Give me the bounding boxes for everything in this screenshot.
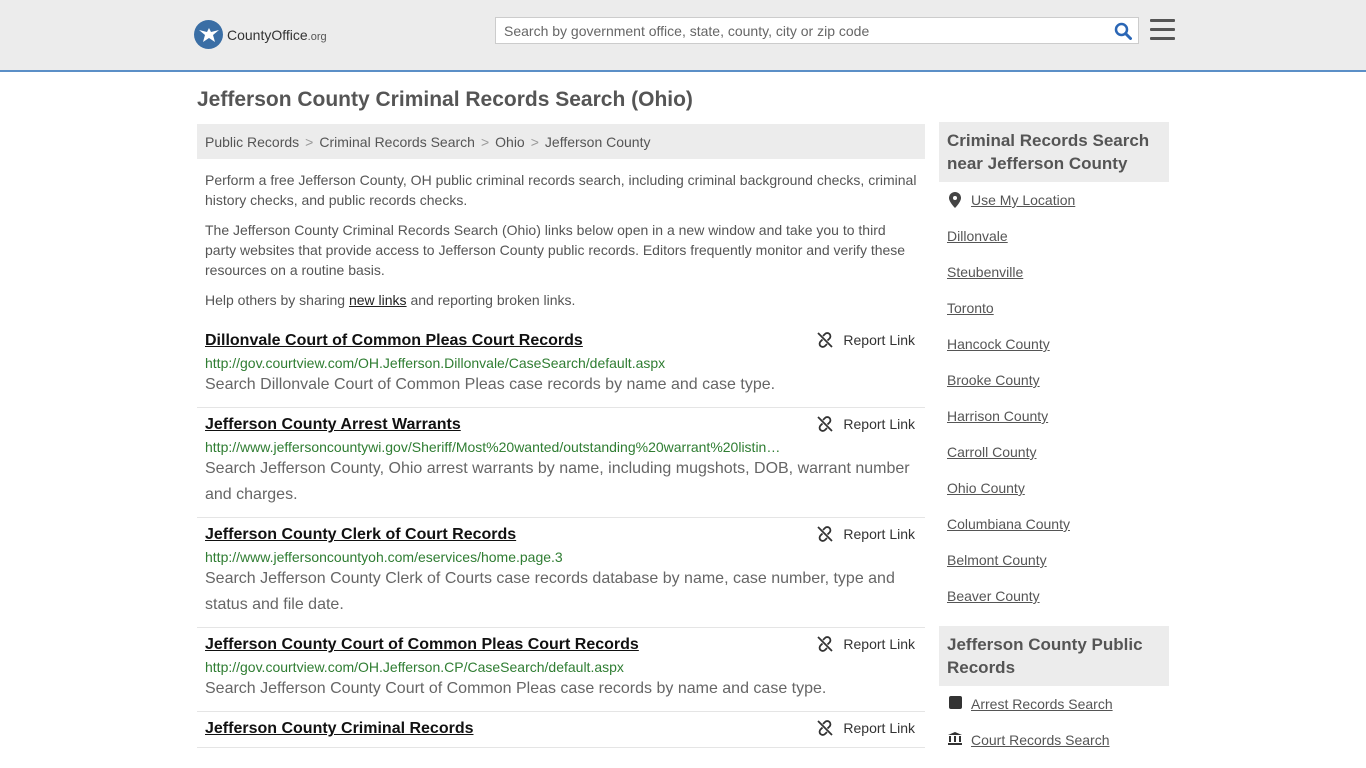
hamburger-menu-icon[interactable] [1150,19,1175,41]
nearby-item: Harrison County [947,408,1169,444]
nearby-link-columbiana-county[interactable]: Columbiana County [947,516,1070,532]
broken-link-icon [817,720,834,736]
sidebar: Criminal Records Search near Jefferson C… [939,122,1169,768]
report-link-label: Report Link [843,332,915,348]
new-links-link[interactable]: new links [349,292,407,308]
report-link-label: Report Link [843,720,915,736]
nearby-item: Hancock County [947,336,1169,372]
result-title-link[interactable]: Jefferson County Arrest Warrants [205,416,461,434]
court-records-search-link[interactable]: Court Records Search [971,732,1110,748]
top-header: CountyOffice.org [0,0,1366,72]
nearby-item: Toronto [947,300,1169,336]
result-url: http://gov.courtview.com/OH.Jefferson.CP… [205,659,624,675]
logo-suffix: .org [307,30,327,43]
nearby-link-belmont-county[interactable]: Belmont County [947,552,1047,568]
broken-link-icon [817,416,834,432]
intro-p3-after: and reporting broken links. [406,292,576,308]
breadcrumb: Public Records > Criminal Records Search > O… [197,124,925,159]
nearby-item: Belmont County [947,552,1169,588]
intro-paragraph-1: Perform a free Jefferson County, OH publ… [205,172,917,208]
result-item: Dillonvale Court of Common Pleas Court R… [197,324,925,408]
result-title-link[interactable]: Jefferson County Clerk of Court Records [205,526,516,544]
search-box [495,17,1139,44]
result-description: Search Jefferson County Court of Common … [205,680,827,697]
report-link-label: Report Link [843,416,915,432]
nearby-link-dillonvale[interactable]: Dillonvale [947,228,1008,244]
public-records-item: Court Records Search [947,732,1169,768]
intro-text: Perform a free Jefferson County, OH publ… [205,170,920,320]
public-records-heading: Jefferson County Public Records [939,626,1169,686]
public-records-list: Arrest Records Search Court Records Sear… [939,686,1169,768]
intro-paragraph-2: The Jefferson County Criminal Records Se… [205,222,906,278]
breadcrumb-separator: > [480,134,490,150]
breadcrumb-separator: > [305,134,314,150]
breadcrumb-public-records[interactable]: Public Records [205,134,299,150]
nearby-link-ohio-county[interactable]: Ohio County [947,480,1025,496]
result-url: http://gov.courtview.com/OH.Jefferson.Di… [205,355,666,371]
report-link-button[interactable]: Report Link [817,526,915,542]
logo-text: CountyOffice.org [227,27,327,43]
courthouse-icon [947,732,963,745]
nearby-item: Ohio County [947,480,1169,516]
location-pin-icon [947,192,963,208]
result-url: http://www.jeffersoncountyoh.com/eservic… [205,549,563,565]
nearby-link-toronto[interactable]: Toronto [947,300,994,316]
nearby-link-carroll-county[interactable]: Carroll County [947,444,1036,460]
arrest-records-search-link[interactable]: Arrest Records Search [971,696,1113,712]
nearby-item: Dillonvale [947,228,1169,264]
result-description: Search Dillonvale Court of Common Pleas … [205,376,776,393]
results-list: Dillonvale Court of Common Pleas Court R… [197,324,925,748]
report-link-button[interactable]: Report Link [817,416,915,432]
broken-link-icon [817,636,834,652]
result-item: Jefferson County Clerk of Court Records … [197,518,925,628]
intro-paragraph-3: Help others by sharing new links and rep… [205,290,920,310]
report-link-label: Report Link [843,526,915,542]
report-link-button[interactable]: Report Link [817,636,915,652]
nearby-link-hancock-county[interactable]: Hancock County [947,336,1050,352]
report-link-button[interactable]: Report Link [817,720,915,736]
use-location-item: Use My Location [947,192,1169,228]
nearby-item: Beaver County [947,588,1169,624]
intro-p3-before: Help others by sharing [205,292,349,308]
breadcrumb-separator: > [530,134,539,150]
nearby-link-harrison-county[interactable]: Harrison County [947,408,1048,424]
site-logo[interactable]: CountyOffice.org [194,20,327,49]
nearby-heading: Criminal Records Search near Jefferson C… [939,122,1169,182]
nearby-item: Brooke County [947,372,1169,408]
result-item: Jefferson County Arrest Warrants Report … [197,408,925,518]
use-my-location-link[interactable]: Use My Location [971,192,1075,208]
breadcrumb-ohio[interactable]: Ohio [495,134,525,150]
nearby-item: Carroll County [947,444,1169,480]
nearby-list: Use My Location Dillonvale Steubenville … [939,182,1169,624]
search-input[interactable] [496,18,1112,43]
nearby-item: Steubenville [947,264,1169,300]
arrest-records-icon [947,696,963,709]
page-title: Jefferson County Criminal Records Search… [197,88,693,111]
report-link-label: Report Link [843,636,915,652]
broken-link-icon [817,332,834,348]
nearby-link-beaver-county[interactable]: Beaver County [947,588,1040,604]
result-title-link[interactable]: Jefferson County Court of Common Pleas C… [205,636,639,654]
eagle-logo-icon [194,20,223,49]
result-url: http://www.jeffersoncountywi.gov/Sheriff… [205,439,781,455]
report-link-button[interactable]: Report Link [817,332,915,348]
result-description: Search Jefferson County Clerk of Courts … [205,570,895,613]
breadcrumb-jefferson-county[interactable]: Jefferson County [545,134,651,150]
result-title-link[interactable]: Dillonvale Court of Common Pleas Court R… [205,332,583,350]
nearby-item: Columbiana County [947,516,1169,552]
nearby-link-steubenville[interactable]: Steubenville [947,264,1023,280]
search-icon[interactable] [1114,22,1132,45]
result-item: Jefferson County Criminal Records Report… [197,712,925,748]
nearby-link-brooke-county[interactable]: Brooke County [947,372,1040,388]
result-title-link[interactable]: Jefferson County Criminal Records [205,720,474,738]
broken-link-icon [817,526,834,542]
public-records-item: Arrest Records Search [947,696,1169,732]
logo-name: CountyOffice [227,26,308,43]
breadcrumb-criminal-records-search[interactable]: Criminal Records Search [319,134,475,150]
result-description: Search Jefferson County, Ohio arrest war… [205,460,910,503]
result-item: Jefferson County Court of Common Pleas C… [197,628,925,712]
